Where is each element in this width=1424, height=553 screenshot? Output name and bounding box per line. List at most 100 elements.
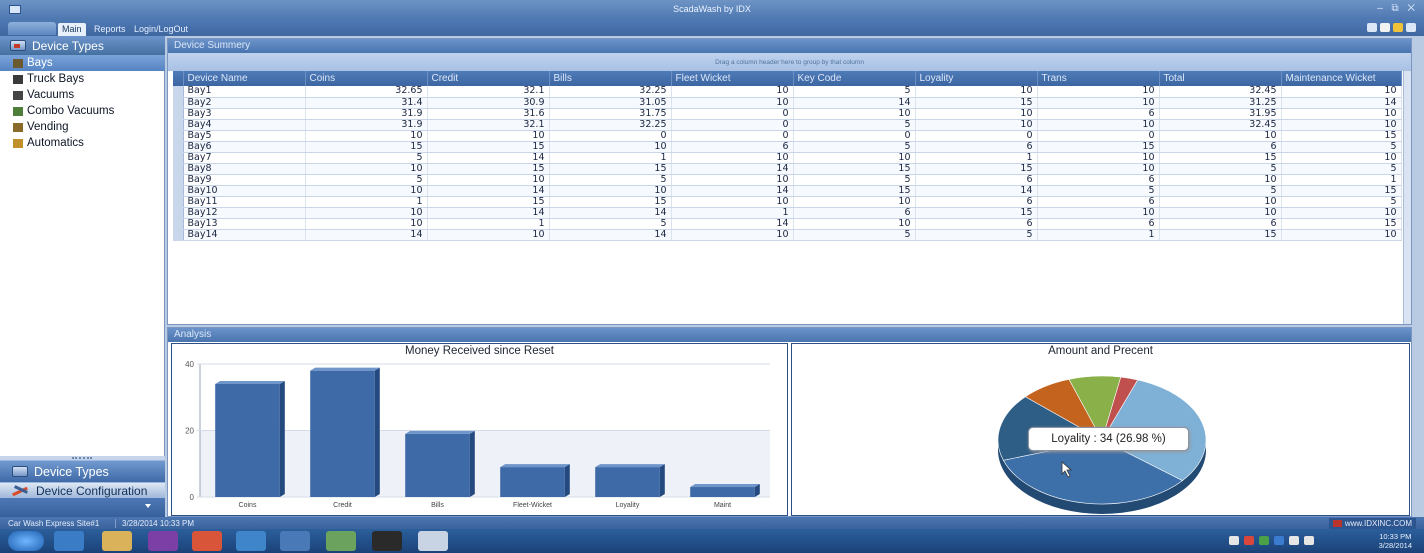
column-header-device-name[interactable]: Device Name xyxy=(183,71,306,86)
network-taskbar-icon[interactable] xyxy=(280,531,310,551)
bar-maint[interactable] xyxy=(690,484,760,497)
minimize-ribbon-icon[interactable] xyxy=(1406,23,1416,32)
table-row[interactable]: Bay11 1 15 15 10 10 6 6 10 5 xyxy=(173,196,1402,208)
row-selector[interactable] xyxy=(173,119,184,131)
column-header-maintenance-wicket[interactable]: Maintenance Wicket xyxy=(1281,71,1402,86)
table-cell: 5 xyxy=(305,152,428,164)
table-row[interactable]: Bay10 10 14 10 14 15 14 5 5 15 xyxy=(173,185,1402,197)
column-header-bills[interactable]: Bills xyxy=(549,71,672,86)
row-selector[interactable] xyxy=(173,152,184,164)
table-cell: Bay8 xyxy=(183,163,306,175)
tab-main[interactable]: Main xyxy=(58,23,86,36)
table-row[interactable]: Bay4 31.9 32.1 32.25 0 5 10 10 32.45 10 xyxy=(173,119,1402,131)
row-selector[interactable] xyxy=(173,185,184,197)
help-icon[interactable] xyxy=(1367,23,1377,32)
row-selector[interactable] xyxy=(173,130,184,142)
table-cell: 31.9 xyxy=(305,119,428,131)
analysis-panel: Analysis Money Received since Reset 0 20 4… xyxy=(167,327,1412,517)
grid-body: Bay1 32.65 32.1 32.25 10 5 10 10 32.45 10 Bay2 31.4… xyxy=(173,86,1402,241)
table-row[interactable]: Bay12 10 14 14 1 6 15 10 10 10 xyxy=(173,207,1402,219)
tray-icon[interactable] xyxy=(1259,536,1269,545)
chrome-taskbar-icon[interactable] xyxy=(192,531,222,551)
row-selector[interactable] xyxy=(173,229,184,241)
table-row[interactable]: Bay6 15 15 10 6 5 6 15 6 5 xyxy=(173,141,1402,153)
bar-fleet-wicket[interactable] xyxy=(500,464,570,497)
column-header-trans[interactable]: Trans xyxy=(1037,71,1160,86)
tray-icon[interactable] xyxy=(1274,536,1284,545)
group-by-panel[interactable]: Drag a column header here to group by th… xyxy=(168,53,1411,71)
sidebar-item-vacuums[interactable]: Vacuums xyxy=(0,87,165,103)
table-cell: 31.05 xyxy=(549,97,672,109)
column-header-key-code[interactable]: Key Code xyxy=(793,71,916,86)
brand-link[interactable]: www.IDXINC.COM xyxy=(1328,518,1416,529)
row-selector[interactable] xyxy=(173,108,184,120)
column-header-credit[interactable]: Credit xyxy=(427,71,550,86)
table-row[interactable]: Bay13 10 1 5 14 10 6 6 6 15 xyxy=(173,218,1402,230)
table-cell: Bay6 xyxy=(183,141,306,153)
grid-vertical-scrollbar[interactable] xyxy=(1403,71,1411,324)
column-header-coins[interactable]: Coins xyxy=(305,71,428,86)
tray-icon[interactable] xyxy=(1229,536,1239,545)
file-explorer-taskbar-icon[interactable] xyxy=(102,531,132,551)
sidebar-item-vending[interactable]: Vending xyxy=(0,119,165,135)
tab-reports[interactable]: Reports xyxy=(90,23,130,36)
bar-bills[interactable] xyxy=(405,430,475,497)
sidebar-item-bays[interactable]: Bays xyxy=(0,55,165,71)
taskbar-clock[interactable]: 10:33 PM 3/28/2014 xyxy=(1379,532,1412,550)
sidebar-item-automatics[interactable]: Automatics xyxy=(0,135,165,151)
chevron-down-icon[interactable] xyxy=(145,504,151,508)
volume-icon[interactable] xyxy=(1304,536,1314,545)
tab-login-logout[interactable]: Login/LogOut xyxy=(130,23,192,36)
bar-coins[interactable] xyxy=(215,380,285,497)
row-selector[interactable] xyxy=(173,218,184,230)
table-row[interactable]: Bay3 31.9 31.6 31.75 0 10 10 6 31.95 10 xyxy=(173,108,1402,120)
row-selector[interactable] xyxy=(173,141,184,153)
y-tick-label: 20 xyxy=(185,427,194,436)
excel-taskbar-icon[interactable] xyxy=(326,531,356,551)
table-row[interactable]: Bay14 14 10 14 10 5 5 1 15 10 xyxy=(173,229,1402,241)
row-selector[interactable] xyxy=(173,207,184,219)
row-selector[interactable] xyxy=(173,86,184,98)
table-row[interactable]: Bay9 5 10 5 10 5 6 6 10 1 xyxy=(173,174,1402,186)
table-row[interactable]: Bay7 5 14 1 10 10 1 10 15 10 xyxy=(173,152,1402,164)
console-taskbar-icon[interactable] xyxy=(372,531,402,551)
device-configuration-button[interactable]: Device Configuration xyxy=(0,482,165,498)
visual-studio-taskbar-icon[interactable] xyxy=(148,531,178,551)
table-cell: 10 xyxy=(1159,207,1282,219)
folder-icon[interactable] xyxy=(1393,23,1403,32)
media-player-taskbar-icon[interactable] xyxy=(54,531,84,551)
row-selector[interactable] xyxy=(173,163,184,175)
row-selector[interactable] xyxy=(173,174,184,186)
row-selector[interactable] xyxy=(173,196,184,208)
tray-icon[interactable] xyxy=(1244,536,1254,545)
pie-chart-title: Amount and Precent xyxy=(1048,345,1153,357)
start-button[interactable] xyxy=(8,531,44,551)
scadawash-taskbar-icon[interactable] xyxy=(418,531,448,551)
row-selector[interactable] xyxy=(173,97,184,109)
sidebar-overflow-bar[interactable] xyxy=(0,498,165,517)
table-cell: 14 xyxy=(671,218,794,230)
sidebar-item-combo-vacuums[interactable]: Combo Vacuums xyxy=(0,103,165,119)
table-cell: 0 xyxy=(1037,130,1160,142)
table-cell: 5 xyxy=(1159,163,1282,175)
column-header-fleet-wicket[interactable]: Fleet Wicket xyxy=(671,71,794,86)
table-cell: 0 xyxy=(671,119,794,131)
bar-loyality[interactable] xyxy=(595,464,665,497)
application-button[interactable] xyxy=(8,22,56,35)
column-header-total[interactable]: Total xyxy=(1159,71,1282,86)
internet-explorer-taskbar-icon[interactable] xyxy=(236,531,266,551)
sidebar-item-truck-bays[interactable]: Truck Bays xyxy=(0,71,165,87)
table-row[interactable]: Bay8 10 15 15 14 15 15 10 5 5 xyxy=(173,163,1402,175)
table-cell: 6 xyxy=(1037,174,1160,186)
bar-credit[interactable] xyxy=(310,367,380,497)
settings-icon[interactable] xyxy=(1380,23,1390,32)
table-row[interactable]: Bay1 32.65 32.1 32.25 10 5 10 10 32.45 10 xyxy=(173,86,1402,98)
bar-side xyxy=(374,367,380,497)
table-row[interactable]: Bay5 10 10 0 0 0 0 0 10 15 xyxy=(173,130,1402,142)
network-icon[interactable] xyxy=(1289,536,1299,545)
grid-header-row: Device Name Coins Credit Bills Fleet Wicket K… xyxy=(173,71,1402,86)
table-row[interactable]: Bay2 31.4 30.9 31.05 10 14 15 10 31.25 14 xyxy=(173,97,1402,109)
window-controls[interactable]: – ⧉ ✕ xyxy=(1377,3,1418,14)
device-types-button[interactable]: Device Types xyxy=(0,460,165,482)
column-header-loyality[interactable]: Loyality xyxy=(915,71,1038,86)
